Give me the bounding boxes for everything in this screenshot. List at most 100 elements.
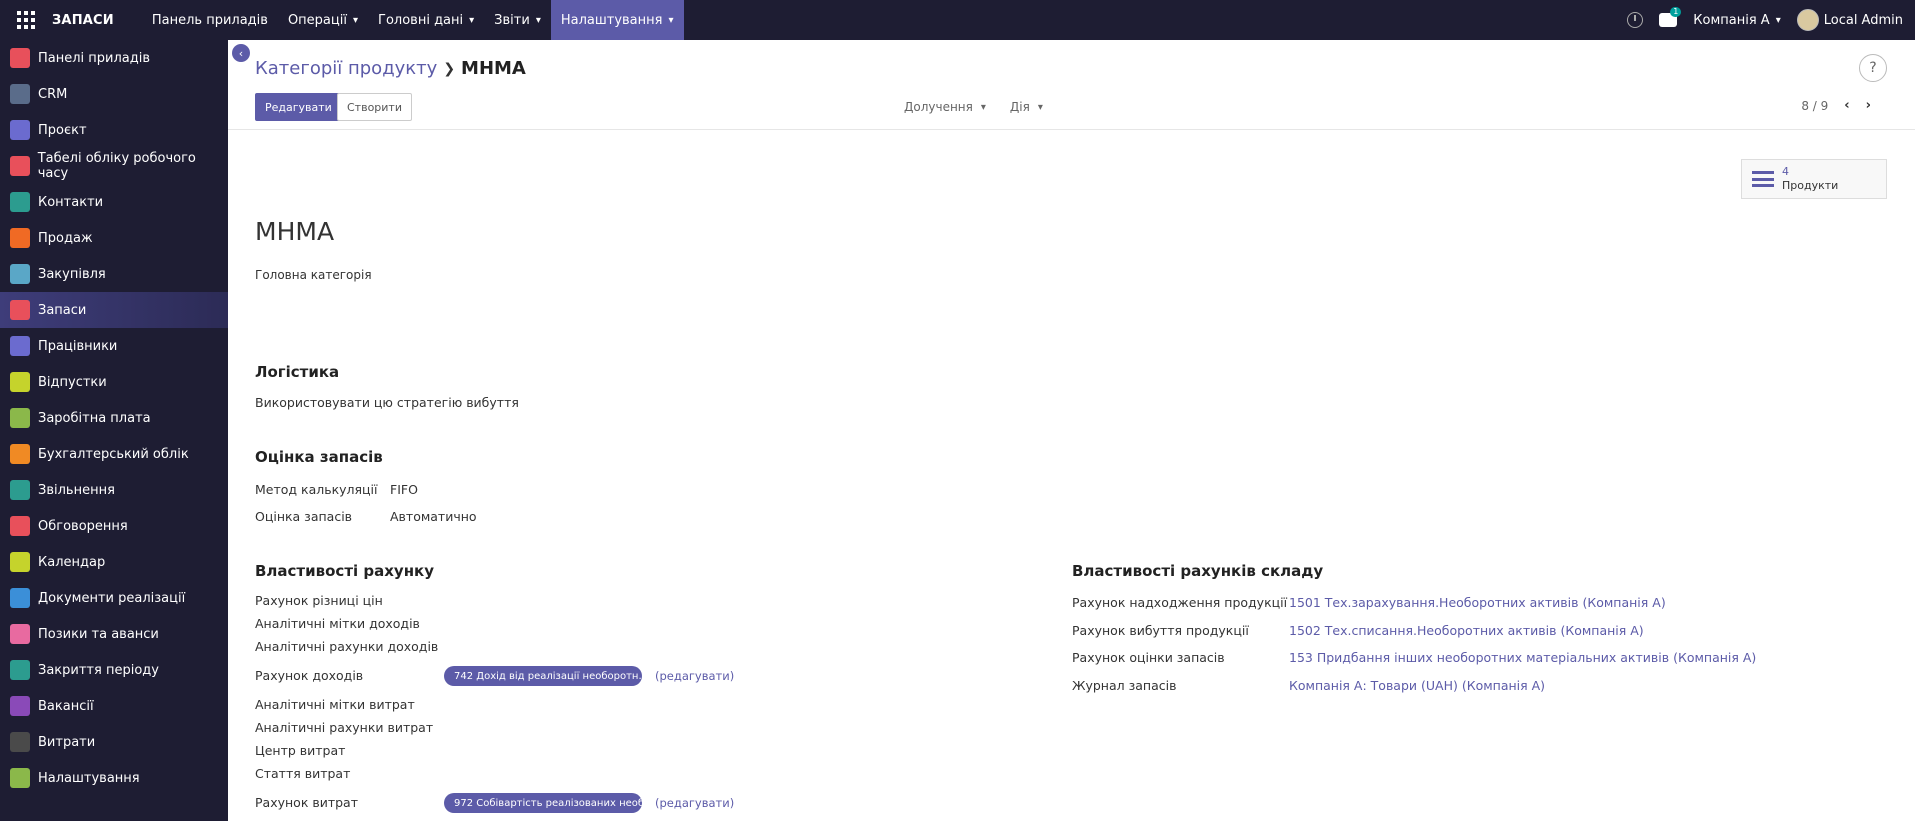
price-difference-account-label: Рахунок різниці цін <box>255 593 383 608</box>
sidebar-item-label: Звільнення <box>38 482 115 498</box>
control-panel: ‹ Категорії продукту ❯ MHMA ? Редагувати… <box>228 40 1915 130</box>
products-smart-button[interactable]: 4 Продукти <box>1741 159 1887 199</box>
avatar <box>1796 9 1819 31</box>
sidebar-item[interactable]: Запаси <box>0 292 228 328</box>
sidebar-item[interactable]: Вакансії <box>0 688 228 724</box>
stock-output-account-label: Рахунок вибуття продукції <box>1072 623 1249 638</box>
app-icon <box>10 588 30 608</box>
pager-value[interactable]: 8 / 9 <box>1801 99 1828 113</box>
app-icon <box>10 444 30 464</box>
list-icon <box>1752 171 1774 187</box>
logistics-heading: Логістика <box>255 363 340 381</box>
sidebar-item[interactable]: Працівники <box>0 328 228 364</box>
apps-menu-icon[interactable] <box>0 0 52 40</box>
activity-clock-icon[interactable] <box>1627 12 1644 28</box>
sidebar-item[interactable]: Панелі приладів <box>0 40 228 76</box>
menu-dashboard[interactable]: Панель приладів <box>142 0 278 40</box>
sidebar-item-label: Витрати <box>38 734 96 750</box>
sidebar-item[interactable]: Позики та аванси <box>0 616 228 652</box>
income-account-edit-link[interactable]: (редагувати) <box>655 669 734 683</box>
chevron-right-icon: ❯ <box>443 60 456 77</box>
attachments-dropdown[interactable]: Долучення ▾ <box>904 100 986 114</box>
breadcrumb-parent-link[interactable]: Категорії продукту <box>255 58 437 79</box>
sidebar-item-label: Налаштування <box>38 770 140 786</box>
stock-valuation-account-link[interactable]: 153 Придбання інших необоротних матеріал… <box>1289 650 1756 665</box>
expense-item-label: Стаття витрат <box>255 766 351 781</box>
sidebar-item-label: Запаси <box>38 302 87 318</box>
category-name[interactable]: MHMA <box>255 217 334 246</box>
app-icon <box>10 408 30 428</box>
parent-category-value[interactable]: Головна категорія <box>255 268 372 282</box>
sidebar-item-label: Продаж <box>38 230 93 246</box>
sidebar-item[interactable]: Календар <box>0 544 228 580</box>
expense-account-tag[interactable]: 972 Собівартість реалізованих необ... <box>444 793 642 813</box>
action-dropdown[interactable]: Дія ▾ <box>1010 100 1043 114</box>
costing-method-value[interactable]: FIFO <box>390 482 418 497</box>
expense-analytic-accounts-label: Аналітичні рахунки витрат <box>255 720 434 735</box>
sidebar-item-label: Обговорення <box>38 518 128 534</box>
sidebar-item[interactable]: Закупівля <box>0 256 228 292</box>
app-icon <box>10 516 30 536</box>
pager-previous-icon[interactable]: ‹ <box>1844 98 1849 113</box>
chevron-down-icon: ▾ <box>668 14 674 26</box>
sidebar-item[interactable]: Налаштування <box>0 760 228 796</box>
app-brand[interactable]: ЗАПАСИ <box>52 13 114 28</box>
stock-input-account-link[interactable]: 1501 Тех.зарахування.Необоротних активів… <box>1289 595 1666 610</box>
chevron-down-icon: ▾ <box>535 14 541 26</box>
menu-operations[interactable]: Операції ▾ <box>278 0 368 40</box>
pager-next-icon[interactable]: › <box>1866 98 1871 113</box>
sidebar-item[interactable]: Бухгалтерський облік <box>0 436 228 472</box>
stock-journal-link[interactable]: Компанія А: Товари (UAH) (Компанія А) <box>1289 678 1545 693</box>
main-content: ‹ Категорії продукту ❯ MHMA ? Редагувати… <box>228 40 1915 821</box>
valuation-value[interactable]: Автоматично <box>390 509 477 524</box>
chevron-down-icon: ▾ <box>352 14 359 26</box>
edit-button[interactable]: Редагувати <box>255 93 342 121</box>
back-icon[interactable]: ‹ <box>232 44 250 62</box>
sidebar-item[interactable]: Витрати <box>0 724 228 760</box>
sidebar-item-label: CRM <box>38 86 68 102</box>
app-icon <box>10 372 30 392</box>
app-icon <box>10 48 30 68</box>
sidebar-item[interactable]: Закриття періоду <box>0 652 228 688</box>
sidebar-item[interactable]: Документи реалізації <box>0 580 228 616</box>
sidebar-item-label: Проєкт <box>38 122 87 138</box>
user-menu[interactable]: Local Admin <box>1796 9 1903 31</box>
sidebar-item[interactable]: Заробітна плата <box>0 400 228 436</box>
chevron-down-icon: ▾ <box>1775 14 1781 26</box>
company-switcher[interactable]: Компанія А ▾ <box>1693 13 1780 28</box>
messaging-icon[interactable]: 1 <box>1659 7 1682 27</box>
stock-account-properties-heading: Властивості рахунків складу <box>1072 562 1324 580</box>
sidebar-item-label: Відпустки <box>38 374 107 390</box>
create-button[interactable]: Створити <box>337 93 412 121</box>
inventory-valuation-heading: Оцінка запасів <box>255 448 383 466</box>
sidebar-item[interactable]: Звільнення <box>0 472 228 508</box>
stock-output-account-link[interactable]: 1502 Тех.списання.Необоротних активів (К… <box>1289 623 1644 638</box>
income-account-tag[interactable]: 742 Дохід від реалізації необоротн... <box>444 666 642 686</box>
sidebar-item[interactable]: Проєкт <box>0 112 228 148</box>
products-label: Продукти <box>1782 179 1839 192</box>
menu-configuration[interactable]: Налаштування ▾ <box>550 0 684 40</box>
menu-master-data[interactable]: Головні дані ▾ <box>368 0 484 40</box>
account-properties-heading: Властивості рахунку <box>255 562 435 580</box>
app-icon <box>10 192 30 212</box>
message-count-badge: 1 <box>1670 7 1682 17</box>
help-icon[interactable]: ? <box>1859 54 1887 82</box>
sidebar-item[interactable]: Контакти <box>0 184 228 220</box>
sidebar-item-label: Документи реалізації <box>38 590 186 606</box>
sidebar-item-label: Панелі приладів <box>38 50 151 66</box>
app-icon <box>10 660 30 680</box>
app-icon <box>10 228 30 248</box>
sidebar-item[interactable]: Відпустки <box>0 364 228 400</box>
sidebar-item[interactable]: CRM <box>0 76 228 112</box>
app-icon <box>10 120 30 140</box>
products-count: 4 <box>1782 165 1789 178</box>
sidebar-item-label: Бухгалтерський облік <box>38 446 189 462</box>
app-icon <box>10 768 30 788</box>
sidebar-item[interactable]: Обговорення <box>0 508 228 544</box>
sidebar-item[interactable]: Продаж <box>0 220 228 256</box>
menu-reports[interactable]: Звіти ▾ <box>484 0 551 40</box>
sidebar-item[interactable]: Табелі обліку робочого часу <box>0 148 228 184</box>
expense-account-edit-link[interactable]: (редагувати) <box>655 796 734 810</box>
sidebar-item-label: Закупівля <box>38 266 106 282</box>
sidebar: Панелі приладів CRM Проєкт Табелі обліку ро… <box>0 40 228 821</box>
